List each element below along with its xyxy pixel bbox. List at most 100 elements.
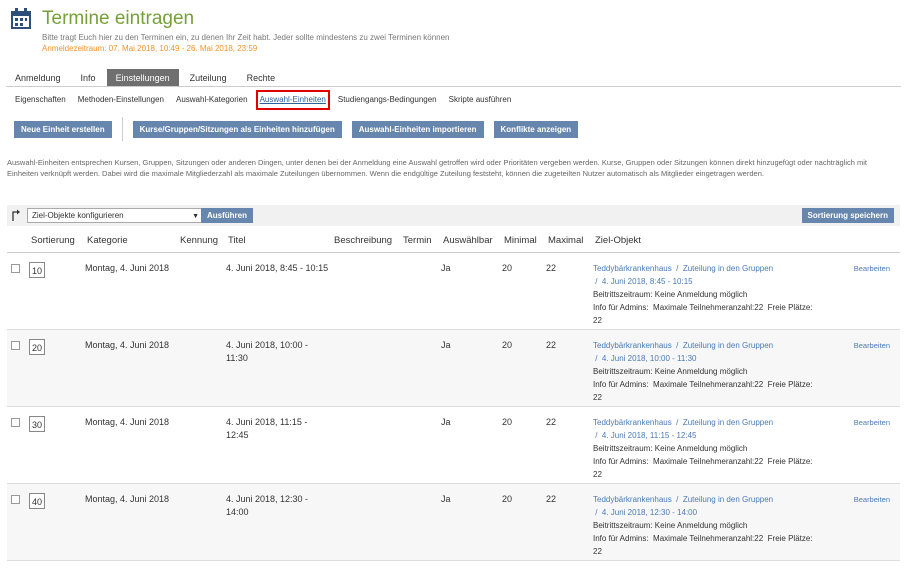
header-actions [851, 230, 900, 253]
id-cell [178, 252, 226, 330]
header-beschreibung[interactable]: Beschreibung [332, 230, 401, 253]
new-unit-button[interactable]: Neue Einheit erstellen [14, 120, 112, 138]
target-link-group[interactable]: Zuteilung in den Gruppen [683, 418, 773, 427]
page-title: Termine eintragen [42, 8, 195, 29]
category-cell: Montag, 4. Juni 2018 [85, 252, 178, 330]
selectable-cell: Ja [441, 252, 502, 330]
title-cell: 4. Juni 2018, 8:45 - 10:15 [226, 252, 332, 330]
target-link-session[interactable]: 4. Juni 2018, 10:00 - 11:30 [602, 354, 697, 363]
add-courses-button[interactable]: Kurse/Gruppen/Sitzungen als Einheiten hi… [132, 120, 342, 138]
target-link-group[interactable]: Zuteilung in den Gruppen [683, 341, 773, 350]
min-cell: 20 [502, 252, 546, 330]
units-table: Sortierung Kategorie Kennung Titel Besch… [7, 230, 900, 561]
row-checkbox[interactable] [11, 340, 20, 350]
title-cell: 4. Juni 2018, 10:00 - 11:30 [226, 329, 332, 407]
tab-anmeldung[interactable]: Anmeldung [6, 69, 70, 87]
toolbar: Neue Einheit erstellen Kurse/Gruppen/Sit… [14, 117, 579, 141]
selectable-cell: Ja [441, 406, 502, 484]
edit-link[interactable]: Bearbeiten [851, 329, 900, 407]
admin-info-label: Info für Admins: [593, 456, 649, 466]
sort-input[interactable]: 30 [29, 415, 45, 432]
id-cell [178, 329, 226, 407]
date-cell [401, 406, 441, 484]
description-cell [332, 406, 401, 484]
header-minimal[interactable]: Minimal [502, 230, 546, 253]
edit-link[interactable]: Bearbeiten [851, 406, 900, 484]
show-conflicts-button[interactable]: Konflikte anzeigen [493, 120, 579, 138]
subnav-auswahl-einheiten[interactable]: Auswahl-Einheiten [255, 90, 330, 110]
tab-zuteilung[interactable]: Zuteilung [181, 69, 236, 87]
target-link-session[interactable]: 4. Juni 2018, 12:30 - 14:00 [602, 508, 697, 517]
max-participants: Maximale Teilnehmeranzahl:22 [653, 533, 764, 543]
table-row: 30 Montag, 4. Juni 2018 4. Juni 2018, 11… [7, 406, 900, 484]
main-tabs: Anmeldung Info Einstellungen Zuteilung R… [6, 69, 286, 87]
sort-input[interactable]: 20 [29, 338, 45, 355]
admin-info-label: Info für Admins: [593, 302, 649, 312]
target-link-group[interactable]: Zuteilung in den Gruppen [683, 264, 773, 273]
target-link-session[interactable]: 4. Juni 2018, 8:45 - 10:15 [602, 277, 693, 286]
registration-period: Anmeldezeitraum: 07. Mai 2018, 10:49 - 2… [42, 44, 258, 53]
table-row: 10 Montag, 4. Juni 2018 4. Juni 2018, 8:… [7, 252, 900, 330]
max-participants: Maximale Teilnehmeranzahl:22 [653, 302, 764, 312]
edit-link[interactable]: Bearbeiten [851, 483, 900, 561]
header-ziel-objekt[interactable]: Ziel-Objekt [593, 230, 851, 253]
header-auswaehlbar[interactable]: Auswählbar [441, 230, 502, 253]
category-cell: Montag, 4. Juni 2018 [85, 329, 178, 407]
import-units-button[interactable]: Auswahl-Einheiten importieren [351, 120, 484, 138]
subnav-skripte-ausfuehren[interactable]: Skripte ausführen [448, 93, 513, 107]
save-sorting-button[interactable]: Sortierung speichern [801, 208, 894, 223]
description-cell [332, 329, 401, 407]
target-link-course[interactable]: Teddybärkrankenhaus [593, 264, 672, 273]
target-link-session[interactable]: 4. Juni 2018, 11:15 - 12:45 [602, 431, 697, 440]
free-places-label: Freie Plätze: [767, 302, 813, 312]
bulk-action-select[interactable]: Ziel-Objekte konfigurieren ▼ [27, 208, 204, 223]
id-cell [178, 483, 226, 561]
sort-input[interactable]: 10 [29, 261, 45, 278]
join-period: Beitrittszeitraum: Keine Anmeldung mögli… [593, 289, 748, 299]
free-places-value: 22 [593, 546, 602, 556]
table-header-row: Sortierung Kategorie Kennung Titel Besch… [7, 230, 900, 253]
free-places-value: 22 [593, 469, 602, 479]
table-row: 40 Montag, 4. Juni 2018 4. Juni 2018, 12… [7, 483, 900, 561]
tabs-divider [6, 86, 901, 87]
title-cell: 4. Juni 2018, 12:30 - 14:00 [226, 483, 332, 561]
min-cell: 20 [502, 406, 546, 484]
header-kennung[interactable]: Kennung [178, 230, 226, 253]
target-link-course[interactable]: Teddybärkrankenhaus [593, 495, 672, 504]
category-cell: Montag, 4. Juni 2018 [85, 406, 178, 484]
subnav-eigenschaften[interactable]: Eigenschaften [14, 93, 67, 107]
free-places-value: 22 [593, 315, 602, 325]
target-link-group[interactable]: Zuteilung in den Gruppen [683, 495, 773, 504]
subnav-studiengangs-bedingungen[interactable]: Studiengangs-Bedingungen [337, 93, 438, 107]
row-checkbox[interactable] [11, 417, 20, 427]
target-link-course[interactable]: Teddybärkrankenhaus [593, 418, 672, 427]
description-cell [332, 483, 401, 561]
header-sortierung[interactable]: Sortierung [29, 230, 85, 253]
chevron-down-icon: ▼ [192, 213, 199, 220]
subnav-auswahl-kategorien[interactable]: Auswahl-Kategorien [175, 93, 249, 107]
tab-rechte[interactable]: Rechte [238, 69, 285, 87]
page-header: Termine eintragen Bitte tragt Euch hier … [0, 0, 915, 60]
free-places-label: Freie Plätze: [767, 379, 813, 389]
tab-info[interactable]: Info [72, 69, 105, 87]
row-checkbox[interactable] [11, 263, 20, 273]
max-participants: Maximale Teilnehmeranzahl:22 [653, 456, 764, 466]
run-button[interactable]: Ausführen [201, 208, 253, 223]
header-termin[interactable]: Termin [401, 230, 441, 253]
selectable-cell: Ja [441, 483, 502, 561]
tab-einstellungen[interactable]: Einstellungen [106, 69, 179, 87]
subnav-methoden-einstellungen[interactable]: Methoden-Einstellungen [77, 93, 165, 107]
min-cell: 20 [502, 483, 546, 561]
sub-navigation: Eigenschaften Methoden-Einstellungen Aus… [14, 90, 513, 110]
header-maximal[interactable]: Maximal [546, 230, 593, 253]
admin-info-label: Info für Admins: [593, 379, 649, 389]
target-link-course[interactable]: Teddybärkrankenhaus [593, 341, 672, 350]
row-checkbox[interactable] [11, 494, 20, 504]
toolbar-separator [121, 117, 123, 141]
header-checkbox-col [7, 230, 29, 253]
target-cell: Teddybärkrankenhaus / Zuteilung in den G… [593, 406, 851, 484]
edit-link[interactable]: Bearbeiten [851, 252, 900, 330]
sort-input[interactable]: 40 [29, 492, 45, 509]
header-kategorie[interactable]: Kategorie [85, 230, 178, 253]
header-titel[interactable]: Titel [226, 230, 332, 253]
